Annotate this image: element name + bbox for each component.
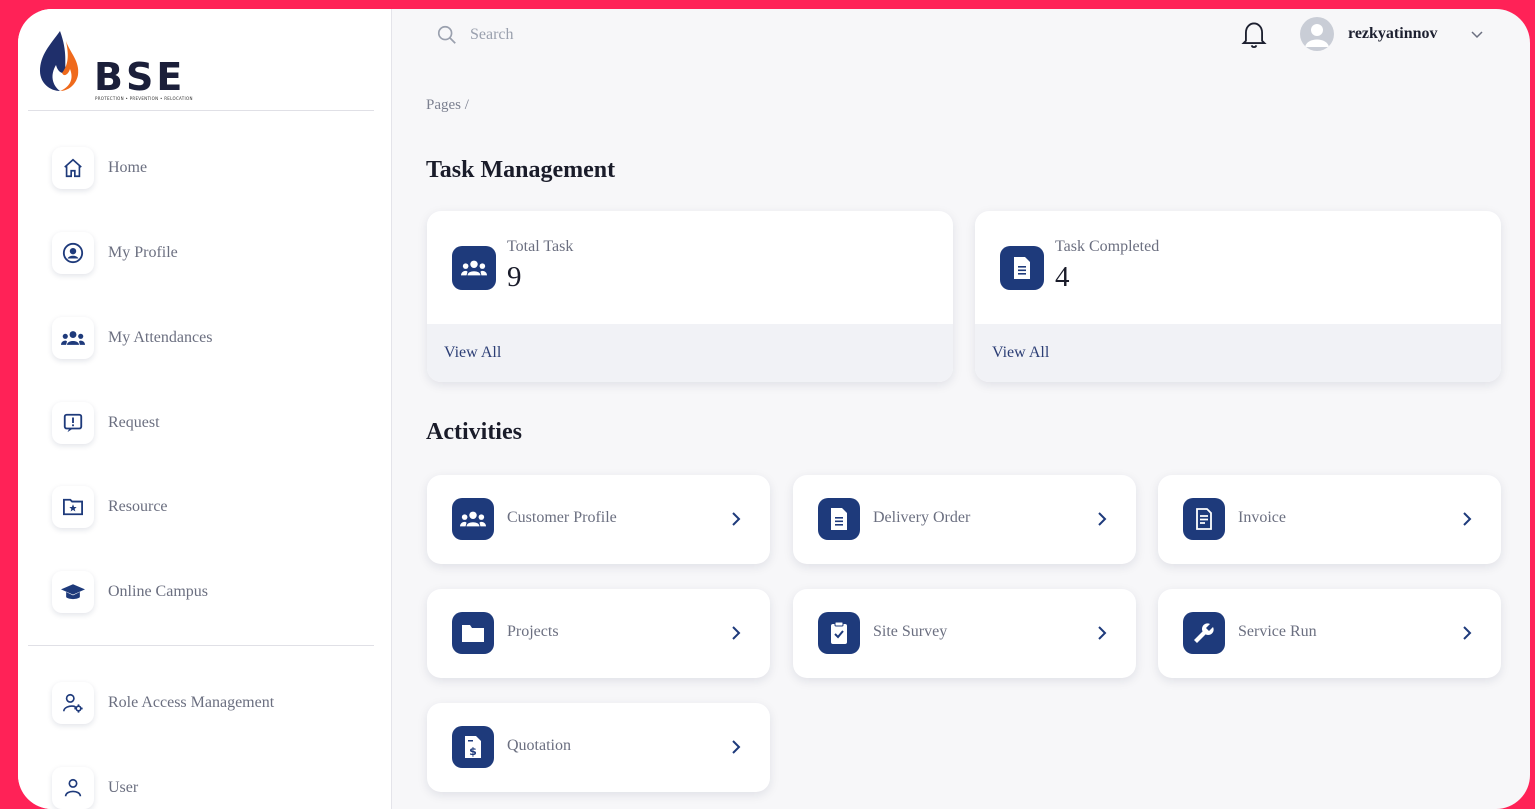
breadcrumb[interactable]: Pages /	[426, 97, 469, 114]
brand-logo[interactable]: BSE PROTECTION • PREVENTION • RELOCATION	[30, 27, 200, 101]
activity-customer-profile[interactable]: Customer Profile	[427, 475, 770, 564]
dollar-document-icon: $	[452, 726, 494, 768]
chevron-right-icon	[732, 512, 741, 526]
activity-site-survey[interactable]: Site Survey	[793, 589, 1136, 678]
document-icon	[818, 498, 860, 540]
activity-label: Invoice	[1238, 509, 1286, 526]
flame-logo-icon	[40, 31, 79, 91]
sidebar-divider	[28, 110, 374, 111]
home-icon	[52, 147, 94, 189]
alert-message-icon	[52, 402, 94, 444]
user-circle-icon	[52, 232, 94, 274]
chevron-down-icon[interactable]	[1470, 27, 1484, 46]
sidebar-item-label: My Attendances	[108, 329, 213, 346]
search-input[interactable]	[468, 25, 672, 45]
chevron-right-icon	[732, 740, 741, 754]
chevron-right-icon	[732, 626, 741, 640]
username[interactable]: rezkyatinnov	[1348, 25, 1437, 43]
activities-title: Activities	[426, 419, 522, 445]
sidebar-item-role-access-management[interactable]: Role Access Management	[52, 680, 274, 726]
app-window: BSE PROTECTION • PREVENTION • RELOCATION…	[18, 9, 1530, 809]
folder-star-icon	[52, 486, 94, 528]
sidebar-item-my-profile[interactable]: My Profile	[52, 230, 178, 276]
activity-label: Service Run	[1238, 623, 1317, 640]
stat-value: 4	[1055, 261, 1070, 293]
chevron-right-icon	[1098, 626, 1107, 640]
sidebar-item-label: Online Campus	[108, 583, 208, 600]
user-icon	[52, 767, 94, 809]
stat-label: Total Task	[507, 238, 574, 255]
activity-invoice[interactable]: Invoice	[1158, 475, 1501, 564]
activity-delivery-order[interactable]: Delivery Order	[793, 475, 1136, 564]
view-all-link[interactable]: View All	[992, 344, 1049, 362]
sidebar: BSE PROTECTION • PREVENTION • RELOCATION…	[18, 9, 392, 809]
avatar[interactable]	[1300, 17, 1334, 51]
users-icon	[452, 246, 496, 290]
search-icon	[437, 25, 456, 44]
folder-icon	[452, 612, 494, 654]
sidebar-item-my-attendances[interactable]: My Attendances	[52, 315, 212, 361]
page-title: Task Management	[426, 157, 616, 183]
wrench-icon	[1183, 612, 1225, 654]
sidebar-item-resource[interactable]: Resource	[52, 484, 168, 530]
brand-name: BSE	[94, 55, 186, 99]
activity-label: Customer Profile	[507, 509, 617, 526]
stat-card-task-completed: Task Completed 4 View All	[975, 211, 1501, 382]
clipboard-check-icon	[818, 612, 860, 654]
svg-text:$: $	[469, 745, 477, 758]
sidebar-item-home[interactable]: Home	[52, 145, 147, 191]
chevron-right-icon	[1463, 626, 1472, 640]
sidebar-item-online-campus[interactable]: Online Campus	[52, 569, 208, 615]
stat-value: 9	[507, 261, 522, 293]
sidebar-item-label: Resource	[108, 498, 168, 515]
brand-tagline: PROTECTION • PREVENTION • RELOCATION	[95, 96, 193, 101]
chevron-right-icon	[1098, 512, 1107, 526]
search-box[interactable]	[436, 24, 672, 46]
user-gear-icon	[52, 682, 94, 724]
invoice-icon	[1183, 498, 1225, 540]
stat-card-total-task: Total Task 9 View All	[427, 211, 953, 382]
activity-label: Delivery Order	[873, 509, 971, 526]
sidebar-item-label: Request	[108, 414, 160, 431]
sidebar-item-label: User	[108, 779, 139, 796]
activity-label: Site Survey	[873, 623, 948, 640]
activity-label: Projects	[507, 623, 559, 640]
activity-service-run[interactable]: Service Run	[1158, 589, 1501, 678]
sidebar-item-label: Home	[108, 159, 148, 176]
users-icon	[52, 317, 94, 359]
sidebar-divider	[28, 645, 374, 646]
activity-projects[interactable]: Projects	[427, 589, 770, 678]
activity-quotation[interactable]: $ Quotation	[427, 703, 770, 792]
sidebar-item-user[interactable]: User	[52, 765, 138, 809]
stat-footer: View All	[975, 324, 1501, 382]
chevron-right-icon	[1463, 512, 1472, 526]
users-icon	[452, 498, 494, 540]
graduation-cap-icon	[52, 571, 94, 613]
view-all-link[interactable]: View All	[444, 344, 501, 362]
stat-label: Task Completed	[1055, 238, 1160, 255]
sidebar-item-label: Role Access Management	[108, 694, 275, 711]
document-icon	[1000, 246, 1044, 290]
activity-label: Quotation	[507, 737, 571, 754]
sidebar-item-label: My Profile	[108, 244, 178, 261]
stat-footer: View All	[427, 324, 953, 382]
notification-bell-icon[interactable]	[1240, 20, 1268, 55]
sidebar-item-request[interactable]: Request	[52, 400, 160, 446]
topbar: rezkyatinnov	[392, 9, 1530, 69]
